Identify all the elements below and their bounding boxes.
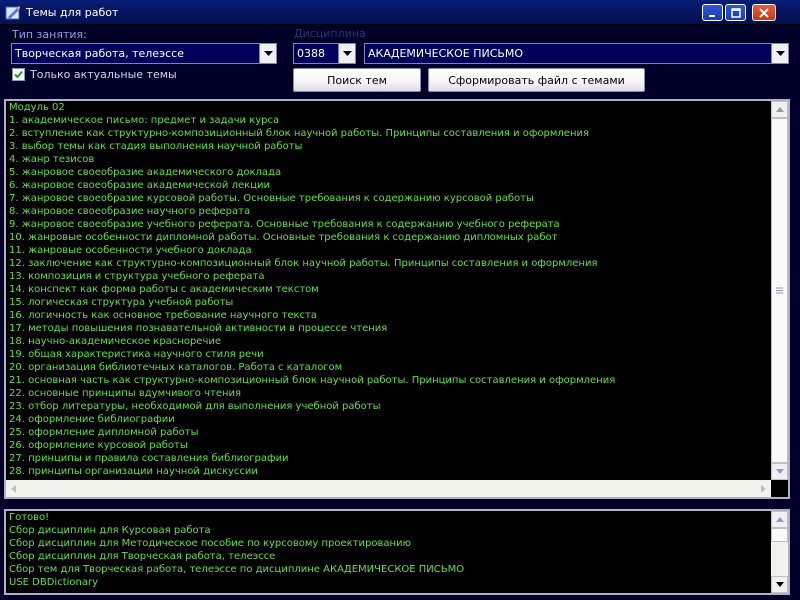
discipline-name-select[interactable]: АКАДЕМИЧЕСКОЕ ПИСЬМО — [364, 43, 789, 64]
log-scroll-up-button[interactable] — [771, 511, 788, 528]
log-line: Сбор дисциплин для Творческая работа, те… — [9, 551, 276, 562]
topic-line: 15. логическая структура учебной работы — [9, 297, 234, 308]
topic-line: 7. жанровое своеобразие курсовой работы.… — [9, 193, 534, 204]
minimize-icon — [708, 14, 715, 17]
chevron-up-icon — [775, 517, 784, 522]
topic-line: 24. оформление библиографии — [9, 414, 175, 425]
discipline-code-value: 0388 — [297, 47, 325, 60]
lesson-type-dropdown-button[interactable] — [259, 44, 276, 63]
topic-line: 11. жанровые особенности учебного доклад… — [9, 245, 252, 256]
close-button[interactable] — [752, 4, 776, 21]
generate-file-button[interactable]: Сформировать файл с темами — [428, 68, 645, 92]
topic-line: 12. заключение как структурно-композицио… — [9, 258, 598, 269]
chevron-down-icon — [263, 50, 273, 56]
topic-line: 27. принципы и правила составления библи… — [9, 453, 289, 464]
maximize-icon — [730, 7, 741, 18]
log-scroll-down-button[interactable] — [771, 576, 788, 593]
topics-list: Модуль 02 1. академическое письмо: предме… — [9, 101, 768, 497]
window-title: Темы для работ — [26, 6, 119, 19]
discipline-code-select[interactable]: 0388 — [293, 43, 356, 64]
topic-line: 22. основные принципы вдумчивого чтения — [9, 388, 242, 399]
log-line: Сбор дисциплин для Методическое пособие … — [9, 538, 411, 549]
scroll-down-button[interactable] — [771, 463, 788, 480]
discipline-name-value: АКАДЕМИЧЕСКОЕ ПИСЬМО — [368, 47, 524, 60]
lesson-type-value: Творческая работа, телеэссе — [15, 47, 184, 60]
topic-line: 25. оформление дипломной работы — [9, 427, 199, 438]
topic-line: 9. жанровое своеобразие учебного реферат… — [9, 219, 560, 230]
search-topics-button[interactable]: Поиск тем — [293, 68, 421, 92]
topic-line: Модуль 02 — [9, 102, 65, 113]
chevron-down-icon — [342, 50, 352, 56]
checkmark-icon — [14, 70, 23, 79]
chevron-right-icon — [761, 485, 766, 493]
topic-line: 13. композиция и структура учебного рефе… — [9, 271, 265, 282]
topic-line: 21. основная часть как структурно-композ… — [9, 375, 616, 386]
topic-line: 5. жанровое своеобразие академического д… — [9, 167, 282, 178]
app-icon — [5, 6, 20, 20]
discipline-code-dropdown-button[interactable] — [338, 44, 355, 63]
topic-line: 16. логичность как основное требование н… — [9, 310, 318, 321]
chevron-down-icon — [775, 582, 784, 587]
log-text-area[interactable]: Готово! Сбор дисциплин для Курсовая работ… — [4, 509, 790, 595]
log-line: USE DBDictionary — [9, 577, 99, 588]
log-list: Готово! Сбор дисциплин для Курсовая работ… — [9, 511, 768, 593]
topic-line: 23. отбор литературы, необходимой для вы… — [9, 401, 381, 412]
topics-horizontal-scrollbar[interactable] — [6, 480, 771, 497]
only-actual-label: Только актуальные темы — [30, 68, 177, 81]
topic-line: 3. выбор темы как стадия выполнения науч… — [9, 141, 303, 152]
topic-line: 28. принципы организации научной дискусс… — [9, 466, 258, 477]
scroll-up-button[interactable] — [771, 101, 788, 118]
topic-line: 8. жанровое своеобразие научного реферат… — [9, 206, 251, 217]
topic-line: 2. вступление как структурно-композицион… — [9, 128, 589, 139]
lesson-type-select[interactable]: Творческая работа, телеэссе — [11, 43, 277, 64]
chevron-down-icon — [775, 469, 784, 474]
topic-line: 19. общая характеристика научного стиля … — [9, 349, 264, 360]
topics-text-area[interactable]: Модуль 02 1. академическое письмо: предме… — [4, 99, 790, 499]
close-icon — [759, 7, 769, 18]
lesson-type-label: Тип занятия: — [12, 28, 87, 41]
title-bar[interactable]: Темы для работ — [0, 0, 800, 25]
window-client-area: Тип занятия: Творческая работа, телеэссе… — [0, 25, 800, 600]
minimize-button[interactable] — [702, 4, 723, 21]
topics-vertical-scrollbar[interactable] — [771, 101, 788, 480]
discipline-name-dropdown-button[interactable] — [771, 44, 788, 63]
topic-line: 26. оформление курсовой работы — [9, 440, 188, 451]
only-actual-checkbox[interactable] — [12, 68, 25, 81]
topic-line: 20. организация библиотечных каталогов. … — [9, 362, 343, 373]
log-line: Готово! — [9, 512, 50, 523]
scroll-thumb[interactable] — [771, 118, 788, 463]
grip-icon — [776, 287, 783, 294]
discipline-label: Дисциплина — [294, 27, 366, 40]
topic-line: 18. научно-академическое красноречие — [9, 336, 222, 347]
log-scroll-thumb[interactable] — [771, 528, 788, 542]
chevron-left-icon — [11, 485, 16, 493]
chevron-up-icon — [775, 107, 784, 112]
chevron-down-icon — [775, 50, 785, 56]
topic-line: 4. жанр тезисов — [9, 154, 95, 165]
topic-line: 6. жанровое своеобразие академической ле… — [9, 180, 270, 191]
topic-line: 1. академическое письмо: предмет и задач… — [9, 115, 280, 126]
log-line: Сбор дисциплин для Курсовая работа — [9, 525, 211, 536]
topic-line: 17. методы повышения познавательной акти… — [9, 323, 388, 334]
log-line: Сбор тем для Творческая работа, телеэссе… — [9, 564, 465, 575]
topic-line: 10. жанровые особенности дипломной работ… — [9, 232, 558, 243]
maximize-button[interactable] — [725, 4, 746, 21]
log-vertical-scrollbar[interactable] — [771, 511, 788, 593]
topic-line: 14. конспект как форма работы с академич… — [9, 284, 319, 295]
